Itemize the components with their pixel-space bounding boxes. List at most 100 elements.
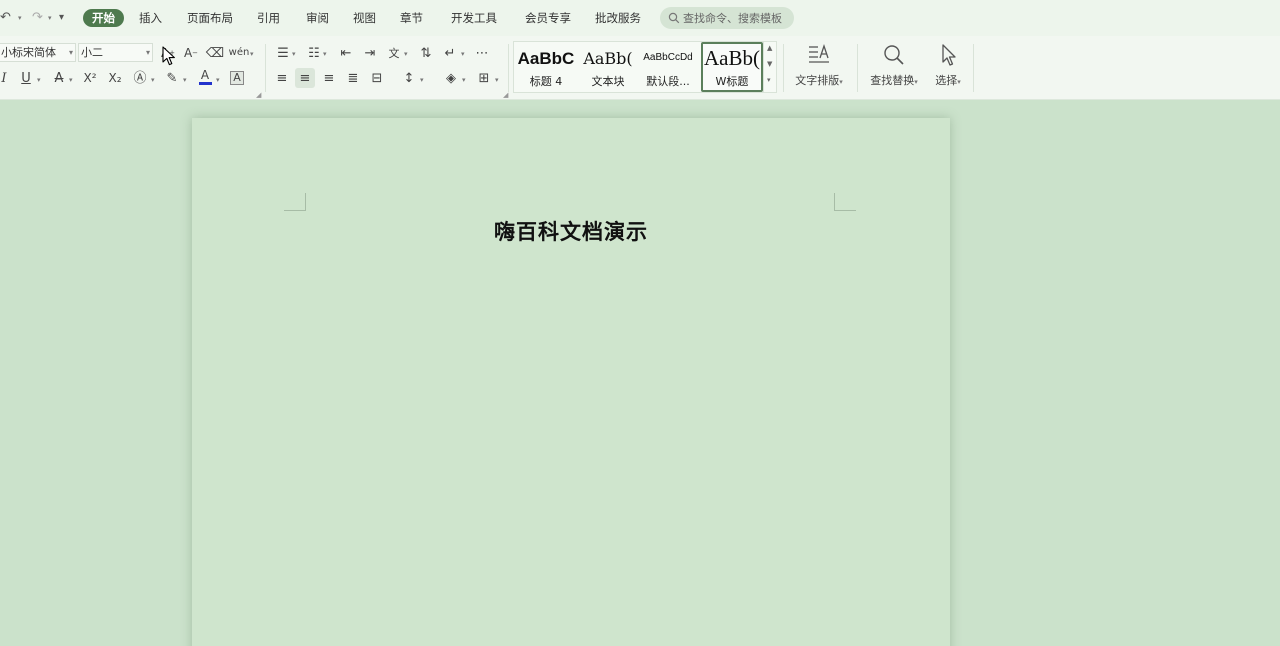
tab-insert[interactable]: 插入: [139, 9, 162, 27]
font-size-value: 小二: [81, 46, 103, 59]
group-divider: [508, 44, 509, 92]
sort-icon[interactable]: ⇅: [416, 43, 436, 63]
numbering-icon[interactable]: ☷: [304, 43, 324, 63]
font-color-icon[interactable]: A: [195, 67, 215, 87]
chevron-down-icon[interactable]: ▾: [462, 76, 466, 84]
style-text-block[interactable]: AaBb( 文本块: [580, 42, 636, 92]
style-name: 默认段...: [646, 75, 690, 88]
text-effect-icon[interactable]: Ⓐ: [130, 68, 150, 88]
find-replace-button[interactable]: 查找替换▾: [865, 42, 923, 88]
document-title[interactable]: 嗨百科文档演示: [192, 216, 950, 246]
find-replace-label: 查找替换▾: [870, 74, 918, 87]
style-sample: AaBbC: [517, 49, 575, 68]
tab-developer[interactable]: 开发工具: [451, 9, 497, 27]
chevron-down-icon[interactable]: ▼: [767, 60, 772, 68]
chevron-down-icon[interactable]: ▾: [151, 76, 155, 84]
style-sample: AaBbCcDd: [643, 52, 693, 63]
chevron-down-icon[interactable]: ▾: [461, 50, 465, 58]
show-marks-icon[interactable]: ↵: [440, 43, 460, 63]
bullets-icon[interactable]: ☰: [273, 43, 293, 63]
menu-bar: ↶ ▾ ↷ ▾ ▾ 开始 插入 页面布局 引用 审阅 视图 章节 开发工具 会员…: [0, 0, 1280, 36]
chevron-up-icon[interactable]: ▲: [767, 44, 772, 52]
chevron-down-icon[interactable]: ▾: [495, 76, 499, 84]
tab-correction-service[interactable]: 批改服务: [595, 9, 641, 27]
chevron-down-icon[interactable]: ▾: [216, 76, 220, 84]
align-right-icon[interactable]: ≡: [319, 68, 339, 88]
group-divider: [857, 44, 858, 92]
chevron-down-icon[interactable]: ▾: [323, 50, 327, 58]
align-left-icon[interactable]: ≡: [272, 68, 292, 88]
tab-view[interactable]: 视图: [353, 9, 376, 27]
chevron-down-icon[interactable]: ▾: [250, 50, 254, 58]
clear-format-icon[interactable]: ⌫: [205, 43, 225, 63]
chevron-down-icon[interactable]: ▾: [420, 76, 424, 84]
command-search-box[interactable]: 查找命令、搜索模板: [660, 7, 794, 29]
redo-dropdown-icon[interactable]: ▾: [48, 14, 52, 22]
style-name: W标题: [715, 75, 749, 88]
select-button[interactable]: 选择▾: [929, 42, 967, 88]
paragraph-shading-icon[interactable]: ◈: [441, 68, 461, 88]
style-heading4[interactable]: AaBbC 标题 4: [514, 42, 578, 92]
strikethrough-icon[interactable]: A: [49, 68, 69, 88]
underline-icon[interactable]: U: [16, 68, 36, 88]
superscript-icon[interactable]: X²: [80, 68, 100, 88]
line-spacing-icon[interactable]: ↕: [399, 68, 419, 88]
text-layout-button[interactable]: 文字排版▾: [790, 42, 848, 88]
chevron-down-icon: ▾: [145, 48, 150, 57]
style-default-paragraph[interactable]: AaBbCcDd 默认段...: [638, 42, 698, 92]
document-page[interactable]: 嗨百科文档演示: [192, 118, 950, 646]
paragraph-dialog-launcher-icon[interactable]: ◢: [503, 91, 508, 99]
group-divider: [973, 44, 974, 92]
chevron-down-icon: ▾: [68, 48, 73, 57]
italic-icon[interactable]: I: [0, 68, 14, 88]
increase-indent-icon[interactable]: ⇥: [360, 43, 380, 63]
style-sample: AaBb(: [704, 46, 760, 70]
align-center-icon[interactable]: ≡: [295, 68, 315, 88]
group-divider: [783, 44, 784, 92]
mouse-cursor-icon: [162, 46, 175, 66]
tab-member[interactable]: 会员专享: [525, 9, 571, 27]
customize-quick-access-icon[interactable]: ▾: [59, 9, 64, 27]
tab-references[interactable]: 引用: [257, 9, 280, 27]
pointer-icon: [942, 44, 956, 66]
shrink-font-icon[interactable]: A −: [181, 43, 201, 63]
redo-icon[interactable]: ↷: [32, 9, 43, 27]
borders-icon[interactable]: ⊞: [474, 68, 494, 88]
chevron-down-icon[interactable]: ▾: [292, 50, 296, 58]
chevron-down-icon[interactable]: ▾: [404, 50, 408, 58]
table-of-contents-icon[interactable]: ⋯: [472, 43, 492, 63]
expand-styles-icon[interactable]: ▾: [767, 76, 771, 84]
tab-chapter[interactable]: 章节: [400, 9, 423, 27]
search-icon: [668, 12, 680, 24]
style-name: 文本块: [591, 75, 625, 88]
undo-dropdown-icon[interactable]: ▾: [18, 14, 22, 22]
tab-review[interactable]: 审阅: [306, 9, 329, 27]
text-layout-icon: [809, 43, 829, 63]
decrease-indent-icon[interactable]: ⇤: [336, 43, 356, 63]
style-w-heading[interactable]: AaBb( W标题: [701, 42, 763, 92]
ribbon-home: 小标宋简体 ▾ 小二 ▾ A+ A− ⌫ wén ▾ I U ▾ A ▾ X² …: [0, 36, 1280, 100]
font-size-combo[interactable]: 小二 ▾: [78, 43, 153, 62]
justify-icon[interactable]: ≣: [343, 68, 363, 88]
margin-mark-top-left: [284, 193, 306, 211]
highlight-icon[interactable]: ✎: [162, 68, 182, 88]
font-name-value: 小标宋简体: [1, 46, 56, 59]
undo-icon[interactable]: ↶: [0, 9, 11, 27]
subscript-icon[interactable]: X₂: [105, 68, 125, 88]
chinese-layout-icon[interactable]: 文: [384, 43, 404, 63]
search-placeholder: 查找命令、搜索模板: [683, 12, 782, 25]
chevron-down-icon[interactable]: ▾: [69, 76, 73, 84]
tab-home[interactable]: 开始: [83, 9, 124, 27]
phonetic-guide-icon[interactable]: wén: [229, 43, 250, 63]
char-shading-icon[interactable]: A: [227, 68, 247, 88]
font-dialog-launcher-icon[interactable]: ◢: [256, 91, 261, 99]
group-divider: [265, 44, 266, 92]
style-sample: AaBb(: [583, 49, 633, 68]
distributed-align-icon[interactable]: ⊟: [367, 68, 387, 88]
styles-scrollbar[interactable]: ▲ ▼ ▾: [763, 42, 777, 92]
chevron-down-icon[interactable]: ▾: [37, 76, 41, 84]
font-name-combo[interactable]: 小标宋简体 ▾: [0, 43, 76, 62]
tab-page-layout[interactable]: 页面布局: [187, 9, 233, 27]
chevron-down-icon[interactable]: ▾: [183, 76, 187, 84]
select-label: 选择▾: [935, 74, 961, 87]
